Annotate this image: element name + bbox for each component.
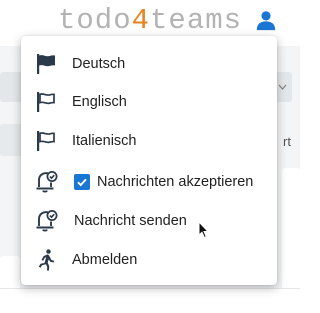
flag-filled-icon bbox=[33, 51, 59, 77]
bell-check-icon bbox=[33, 208, 59, 234]
mouse-cursor-icon bbox=[198, 220, 210, 244]
menu-item-deutsch[interactable]: Deutsch bbox=[21, 45, 277, 83]
menu-item-label: Englisch bbox=[72, 94, 127, 110]
logo-accent: 4 bbox=[131, 4, 151, 37]
background-text: rt bbox=[283, 134, 291, 149]
menu-item-label: Abmelden bbox=[72, 252, 138, 268]
user-dropdown-menu: Deutsch Englisch Italienisch Nachrichten… bbox=[21, 36, 277, 285]
user-menu-button[interactable] bbox=[250, 7, 282, 37]
logo-prefix: todo bbox=[58, 4, 132, 37]
menu-item-nachrichten-akzeptieren[interactable]: Nachrichten akzeptieren bbox=[21, 163, 277, 201]
menu-item-label: Nachricht senden bbox=[74, 213, 187, 229]
menu-item-label: Deutsch bbox=[72, 56, 126, 72]
flag-outline-icon bbox=[33, 89, 59, 115]
menu-item-label: Italienisch bbox=[72, 133, 137, 149]
menu-item-englisch[interactable]: Englisch bbox=[21, 83, 277, 121]
app-page: todo4teams rt Deutsch Englisch Italienis… bbox=[0, 0, 300, 313]
menu-item-label: Nachrichten akzeptieren bbox=[97, 174, 254, 190]
accept-messages-checkbox[interactable] bbox=[74, 174, 90, 190]
user-icon bbox=[255, 9, 277, 36]
running-person-icon bbox=[33, 247, 59, 273]
menu-item-italienisch[interactable]: Italienisch bbox=[21, 122, 277, 160]
app-logo: todo4teams bbox=[58, 4, 242, 38]
logo-suffix: teams bbox=[150, 4, 243, 37]
background-card bbox=[282, 168, 300, 300]
bell-check-icon bbox=[33, 169, 59, 195]
menu-item-nachricht-senden[interactable]: Nachricht senden bbox=[21, 202, 277, 240]
flag-outline-icon bbox=[33, 128, 59, 154]
checkmark-icon bbox=[77, 178, 87, 187]
menu-item-abmelden[interactable]: Abmelden bbox=[21, 241, 277, 279]
background-footer bbox=[0, 288, 300, 313]
chevron-down-icon bbox=[278, 84, 287, 90]
